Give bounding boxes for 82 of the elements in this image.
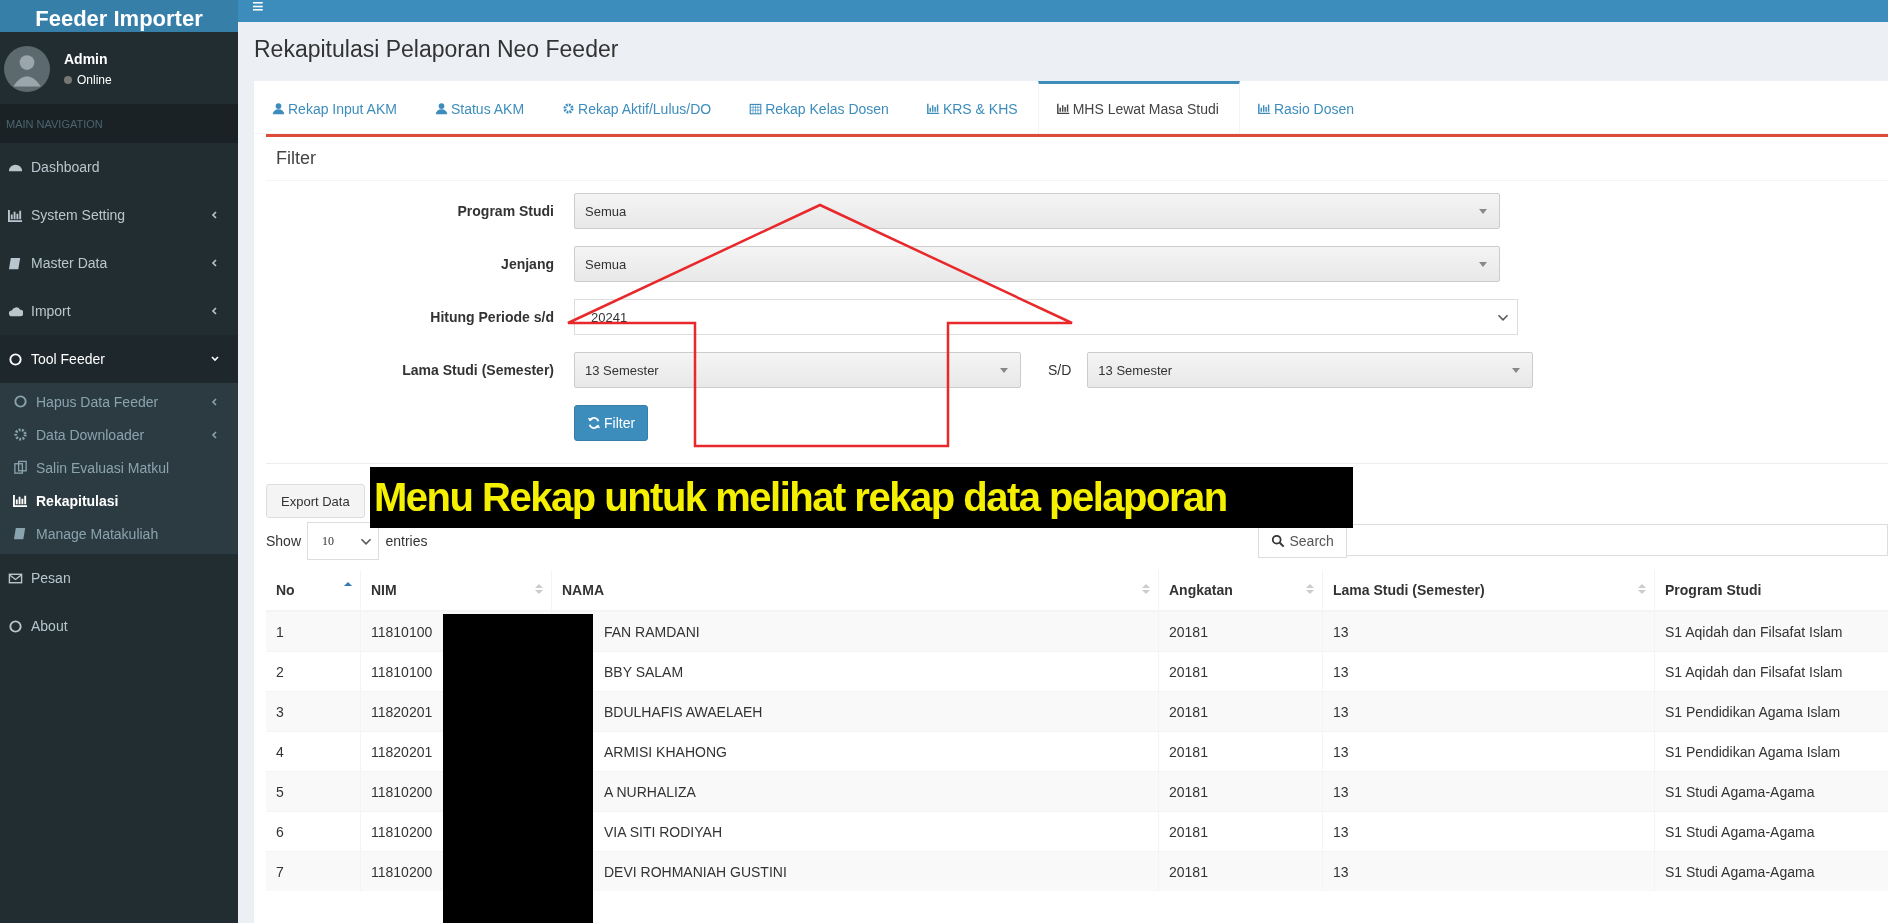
caret-icon	[210, 306, 220, 316]
select-field[interactable]: 13 Semester	[1087, 352, 1534, 388]
table-cell: 20181	[1158, 611, 1323, 652]
caret-icon	[210, 210, 220, 220]
table-cell: 13	[1322, 851, 1655, 891]
table-cell: S1 Studi Agama-Agama	[1654, 851, 1888, 891]
field-label: Hitung Periode s/d	[429, 309, 555, 325]
user-icon	[272, 102, 285, 115]
circle-icon	[13, 394, 28, 409]
select-field[interactable]: 13 Semester	[574, 352, 1021, 388]
table-cell: 13	[1322, 611, 1655, 652]
sidebar-item[interactable]: Dashboard	[0, 143, 238, 191]
page-title: Rekapitulasi Pelaporan Neo Feeder	[254, 36, 620, 63]
table-cell: 20181	[1158, 851, 1323, 891]
sidebar-item[interactable]: About	[0, 602, 238, 650]
field-label: Lama Studi (Semester)	[401, 362, 555, 378]
bars-icon	[8, 207, 23, 223]
select-field[interactable]: 20241	[574, 299, 1518, 335]
caret-icon	[210, 258, 220, 268]
sidebar-item[interactable]: System Setting	[0, 191, 238, 239]
bar-chart-icon	[1056, 102, 1070, 115]
tab[interactable]: Rekap Input AKM	[254, 81, 417, 133]
field-label: Program Studi	[456, 203, 555, 219]
search-field[interactable]	[1346, 524, 1888, 556]
avatar-icon	[4, 46, 50, 92]
tab[interactable]: KRS & KHS	[908, 81, 1038, 133]
submenu-item[interactable]: Hapus Data Feeder	[0, 385, 238, 418]
table-cell: 5	[266, 771, 361, 812]
user-name: Admin	[64, 51, 109, 67]
field-label: Jenjang	[500, 256, 555, 272]
sidebar-item[interactable]: Tool Feeder	[0, 335, 238, 383]
user-status: Online	[64, 73, 112, 87]
entries-label: entries	[385, 533, 428, 549]
tab[interactable]: MHS Lewat Masa Studi	[1037, 81, 1240, 133]
chevron-down-icon	[1497, 313, 1509, 321]
bars-icon	[13, 493, 28, 508]
app-title: Feeder Importer	[35, 8, 203, 30]
table-cell: S1 Studi Agama-Agama	[1654, 771, 1888, 812]
table-cell: 20181	[1158, 771, 1323, 812]
annotation-caption: Menu Rekap untuk melihat rekap data pelaporan	[370, 467, 1353, 528]
table-cell: S1 Aqidah dan Filsafat Islam	[1654, 611, 1888, 652]
sidebar-item[interactable]: Master Data	[0, 239, 238, 287]
filter-button[interactable]: Filter	[574, 405, 649, 441]
refresh-icon	[587, 416, 601, 430]
chevron-down-icon	[360, 537, 373, 545]
submenu-item[interactable]: Salin Evaluasi Matkul	[0, 451, 238, 484]
copy-icon	[13, 460, 28, 475]
circle-icon	[8, 618, 23, 634]
table-cell: 3	[266, 691, 361, 732]
caret-icon	[210, 429, 220, 440]
circle-icon	[8, 351, 23, 367]
caret-icon	[210, 396, 220, 407]
table-cell: 7	[266, 851, 361, 891]
table-cell: 13	[1322, 691, 1655, 732]
user-icon	[434, 102, 448, 115]
bar-chart-icon	[1257, 102, 1271, 115]
table-cell: 20181	[1158, 691, 1323, 732]
caret-icon	[210, 354, 220, 364]
tab[interactable]: Status AKM	[416, 81, 545, 133]
sidebar-item[interactable]: Pesan	[0, 554, 238, 602]
menu-button[interactable]: ≡	[238, 0, 278, 22]
bar-chart-icon	[926, 102, 940, 115]
range-separator: S/D	[1047, 362, 1073, 378]
sidebar-item[interactable]: Import	[0, 287, 238, 335]
table-cell: 1	[266, 611, 361, 652]
nav-header: MAIN NAVIGATION	[0, 104, 238, 143]
tab[interactable]: Rasio Dosen	[1239, 81, 1375, 133]
tab[interactable]: Rekap Kelas Dosen	[731, 81, 909, 133]
table-cell: S1 Pendidikan Agama Islam	[1654, 691, 1888, 732]
table-cell: 13	[1322, 771, 1655, 812]
entries-select[interactable]: 10	[307, 522, 380, 560]
select-field[interactable]: Semua	[574, 193, 1500, 229]
submenu-item[interactable]: Rekapitulasi	[0, 484, 238, 517]
submenu-item[interactable]: Data Downloader	[0, 418, 238, 451]
search-icon	[1270, 534, 1285, 548]
select-field[interactable]: Semua	[574, 246, 1500, 282]
calendar-icon	[749, 102, 763, 115]
submenu-item[interactable]: Manage Matakuliah	[0, 517, 238, 550]
show-label: Show	[266, 533, 302, 549]
export-button[interactable]: Export Data	[266, 484, 365, 518]
filter-heading: Filter	[266, 137, 1888, 181]
tab[interactable]: Rekap Aktif/Lulus/DO	[544, 81, 732, 133]
